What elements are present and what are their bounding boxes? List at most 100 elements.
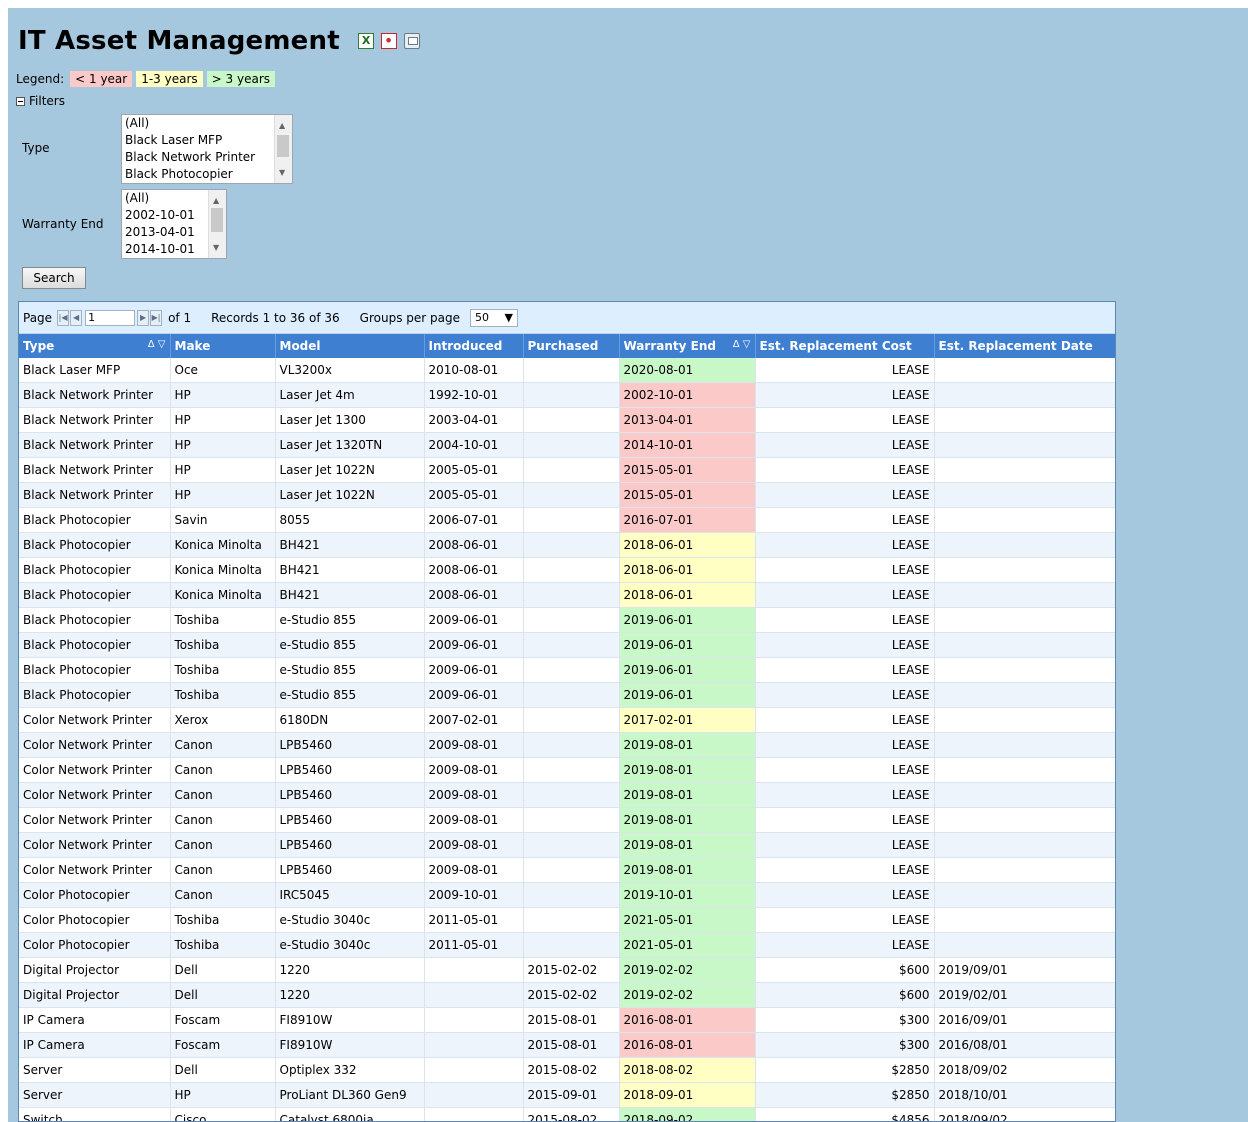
- cell-introduced: 2009-08-01: [424, 782, 524, 808]
- table-row[interactable]: Black Photocopier Konica Minolta BH421 2008…: [19, 557, 1115, 583]
- column-header-est-replacement-cost[interactable]: Est. Replacement Cost: [755, 334, 935, 358]
- cell-introduced: 2009-08-01: [424, 732, 524, 758]
- prev-page-icon[interactable]: ◀: [70, 309, 83, 326]
- table-row[interactable]: Black Photocopier Toshiba e-Studio 855 2009…: [19, 657, 1115, 683]
- warranty-end-filter-listbox[interactable]: (All) 2002-10-01 2013-04-01 2014-10-01 ▲…: [121, 189, 227, 259]
- scroll-down-icon[interactable]: ▼: [279, 164, 285, 181]
- cell-make: HP: [170, 382, 276, 408]
- type-listbox-scrollbar[interactable]: ▲ ▼: [274, 115, 292, 183]
- table-row[interactable]: Black Network Printer HP Laser Jet 1320TN 2…: [19, 432, 1115, 458]
- table-row[interactable]: Digital Projector Dell 1220 2015-02-02 2019-…: [19, 982, 1115, 1008]
- type-option[interactable]: Black Network Printer: [122, 149, 292, 166]
- cell-make: HP: [170, 407, 276, 433]
- cell-purchased: 2015-08-01: [523, 1032, 620, 1058]
- print-icon[interactable]: [403, 33, 420, 49]
- table-row[interactable]: Color Photocopier Toshiba e-Studio 3040c 20…: [19, 907, 1115, 933]
- cell-type: Switch: [19, 1107, 171, 1121]
- column-header-make[interactable]: Make: [170, 334, 276, 358]
- scroll-up-icon[interactable]: ▲: [279, 117, 285, 134]
- cell-introduced: 2009-08-01: [424, 757, 524, 783]
- table-row[interactable]: IP Camera Foscam FI8910W 2015-08-01 2016-08-…: [19, 1032, 1115, 1058]
- table-row[interactable]: Black Photocopier Toshiba e-Studio 855 2009…: [19, 632, 1115, 658]
- type-option[interactable]: Black Laser MFP: [122, 132, 292, 149]
- table-row[interactable]: Black Network Printer HP Laser Jet 1022N 20…: [19, 457, 1115, 483]
- cell-est-replacement-cost: LEASE: [755, 882, 935, 908]
- type-filter-listbox[interactable]: (All) Black Laser MFP Black Network Prin…: [121, 114, 293, 184]
- table-row[interactable]: Black Photocopier Konica Minolta BH421 2008…: [19, 532, 1115, 558]
- cell-make: Konica Minolta: [170, 557, 276, 583]
- last-page-icon[interactable]: ▶|: [150, 309, 163, 326]
- cell-model: 6180DN: [275, 707, 425, 733]
- column-header-warranty-end[interactable]: Warranty End Δ ▽: [619, 334, 756, 358]
- dropdown-arrow-icon[interactable]: ▼: [505, 311, 513, 324]
- table-row[interactable]: Black Photocopier Konica Minolta BH421 2008…: [19, 582, 1115, 608]
- cell-type: Black Network Printer: [19, 457, 171, 483]
- table-row[interactable]: Black Network Printer HP Laser Jet 1300 200…: [19, 407, 1115, 433]
- pager: Page |◀ ◀ ▶ ▶| of 1 Records 1 to 36 of 3…: [19, 302, 1115, 334]
- type-option[interactable]: Black Photocopier: [122, 166, 292, 183]
- cell-introduced: 2009-06-01: [424, 632, 524, 658]
- column-header-purchased[interactable]: Purchased: [523, 334, 620, 358]
- sort-icon[interactable]: Δ ▽: [148, 339, 166, 350]
- collapse-icon[interactable]: [16, 96, 25, 106]
- scroll-up-icon[interactable]: ▲: [213, 192, 219, 209]
- cell-type: Black Photocopier: [19, 582, 171, 608]
- groups-per-page-select[interactable]: 50 ▼: [469, 308, 518, 327]
- cell-est-replacement-cost: $2850: [755, 1057, 935, 1083]
- table-row[interactable]: Color Network Printer Canon LPB5460 2009-08…: [19, 857, 1115, 883]
- table-row[interactable]: Color Network Printer Xerox 6180DN 2007-02-…: [19, 707, 1115, 733]
- cell-est-replacement-date: 2016/08/01: [934, 1032, 1115, 1058]
- cell-purchased: [523, 382, 620, 408]
- page-number-input[interactable]: [85, 309, 136, 326]
- table-row[interactable]: Black Laser MFP Oce VL3200x 2010-08-01 2020-…: [19, 358, 1115, 383]
- cell-type: Black Photocopier: [19, 557, 171, 583]
- cell-est-replacement-cost: LEASE: [755, 682, 935, 708]
- cell-model: e-Studio 3040c: [275, 907, 425, 933]
- column-header-model[interactable]: Model: [275, 334, 425, 358]
- cell-est-replacement-cost: $4856: [755, 1107, 935, 1121]
- warranty-listbox-scrollbar[interactable]: ▲ ▼: [208, 190, 226, 258]
- table-row[interactable]: Color Network Printer Canon LPB5460 2009-08…: [19, 807, 1115, 833]
- cell-make: Konica Minolta: [170, 532, 276, 558]
- scroll-down-icon[interactable]: ▼: [213, 239, 219, 256]
- groups-per-page-label: Groups per page: [359, 310, 460, 325]
- type-option[interactable]: (All): [122, 115, 292, 132]
- table-row[interactable]: Color Photocopier Toshiba e-Studio 3040c 20…: [19, 932, 1115, 958]
- table-row[interactable]: Black Network Printer HP Laser Jet 1022N 20…: [19, 482, 1115, 508]
- cell-make: HP: [170, 482, 276, 508]
- column-header-est-replacement-date[interactable]: Est. Replacement Date: [934, 334, 1115, 358]
- search-button[interactable]: Search: [22, 267, 86, 289]
- table-row[interactable]: Black Network Printer HP Laser Jet 4m 1992-…: [19, 382, 1115, 408]
- first-page-icon[interactable]: |◀: [57, 309, 70, 326]
- filters-label: Filters: [29, 94, 65, 108]
- column-header-introduced[interactable]: Introduced: [424, 334, 524, 358]
- table-row[interactable]: Color Network Printer Canon LPB5460 2009-08…: [19, 757, 1115, 783]
- table-row[interactable]: Server Dell Optiplex 332 2015-08-02 2018-08-…: [19, 1057, 1115, 1083]
- table-row[interactable]: Black Photocopier Toshiba e-Studio 855 2009…: [19, 682, 1115, 708]
- pdf-export-icon[interactable]: [380, 31, 397, 50]
- table-row[interactable]: Switch Cisco Catalyst 6800ia 2015-08-02 2018…: [19, 1107, 1115, 1121]
- scroll-thumb[interactable]: [211, 208, 223, 232]
- column-header-type[interactable]: Type Δ ▽: [19, 334, 171, 358]
- table-row[interactable]: Server HP ProLiant DL360 Gen9 2015-09-01 201…: [19, 1082, 1115, 1108]
- table-row[interactable]: Color Network Printer Canon LPB5460 2009-08…: [19, 832, 1115, 858]
- table-row[interactable]: Black Photocopier Toshiba e-Studio 855 2009…: [19, 607, 1115, 633]
- scroll-thumb[interactable]: [277, 135, 289, 157]
- table-row[interactable]: Black Photocopier Savin 8055 2006-07-01 2016…: [19, 507, 1115, 533]
- table-row[interactable]: IP Camera Foscam FI8910W 2015-08-01 2016-08-…: [19, 1007, 1115, 1033]
- cell-purchased: [523, 632, 620, 658]
- cell-purchased: [523, 782, 620, 808]
- table-row[interactable]: Digital Projector Dell 1220 2015-02-02 2019-…: [19, 957, 1115, 983]
- cell-warranty-end: 2019-06-01: [619, 607, 756, 633]
- next-page-icon[interactable]: ▶: [137, 309, 150, 326]
- table-row[interactable]: Color Photocopier Canon IRC5045 2009-10-01 2…: [19, 882, 1115, 908]
- table-row[interactable]: Color Network Printer Canon LPB5460 2009-08…: [19, 782, 1115, 808]
- excel-export-icon[interactable]: [357, 33, 374, 49]
- sort-icon[interactable]: Δ ▽: [733, 339, 751, 350]
- table-row[interactable]: Color Network Printer Canon LPB5460 2009-08…: [19, 732, 1115, 758]
- cell-warranty-end: 2016-07-01: [619, 507, 756, 533]
- cell-type: IP Camera: [19, 1032, 171, 1058]
- cell-est-replacement-cost: LEASE: [755, 657, 935, 683]
- cell-type: Black Network Printer: [19, 382, 171, 408]
- filters-toggle[interactable]: Filters: [16, 94, 65, 108]
